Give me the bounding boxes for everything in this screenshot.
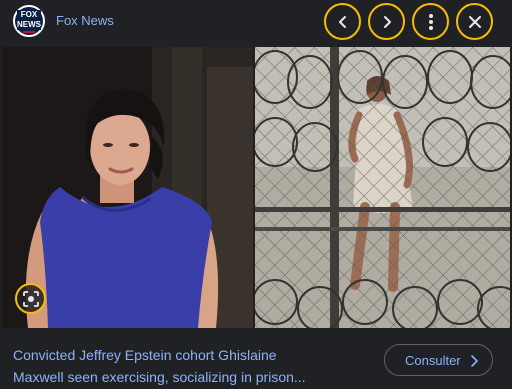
chevron-right-icon [383, 15, 391, 28]
image-viewer-card: FOX NEWS Fox News Convicted Jeffrey Epst… [0, 0, 512, 389]
close-icon [468, 15, 481, 28]
next-button[interactable] [368, 3, 405, 40]
visual-search-button[interactable] [15, 283, 46, 314]
logo-text-top: FOX [17, 9, 41, 20]
chevron-right-icon [471, 355, 478, 367]
previous-button[interactable] [324, 3, 361, 40]
fence-photo [255, 47, 510, 328]
visit-button[interactable]: Consulter [384, 344, 493, 376]
logo-text-bottom: NEWS [17, 19, 41, 30]
viewer-header: FOX NEWS Fox News [0, 0, 512, 44]
more-vert-icon [428, 13, 433, 30]
visit-button-label: Consulter [405, 352, 461, 368]
title-line-2: Maxwell seen exercising, socializing in … [13, 369, 306, 385]
more-options-button[interactable] [412, 3, 449, 40]
source-name[interactable]: Fox News [56, 13, 114, 28]
secondary-image-fence[interactable] [255, 47, 510, 328]
result-title-link[interactable]: Convicted Jeffrey Epstein cohort Ghislai… [13, 344, 373, 388]
close-button[interactable] [456, 3, 493, 40]
title-line-1: Convicted Jeffrey Epstein cohort Ghislai… [13, 347, 277, 363]
lens-icon [22, 290, 39, 307]
fox-news-logo: FOX NEWS [13, 5, 45, 37]
logo-stripe [23, 30, 35, 33]
chevron-left-icon [338, 15, 346, 28]
